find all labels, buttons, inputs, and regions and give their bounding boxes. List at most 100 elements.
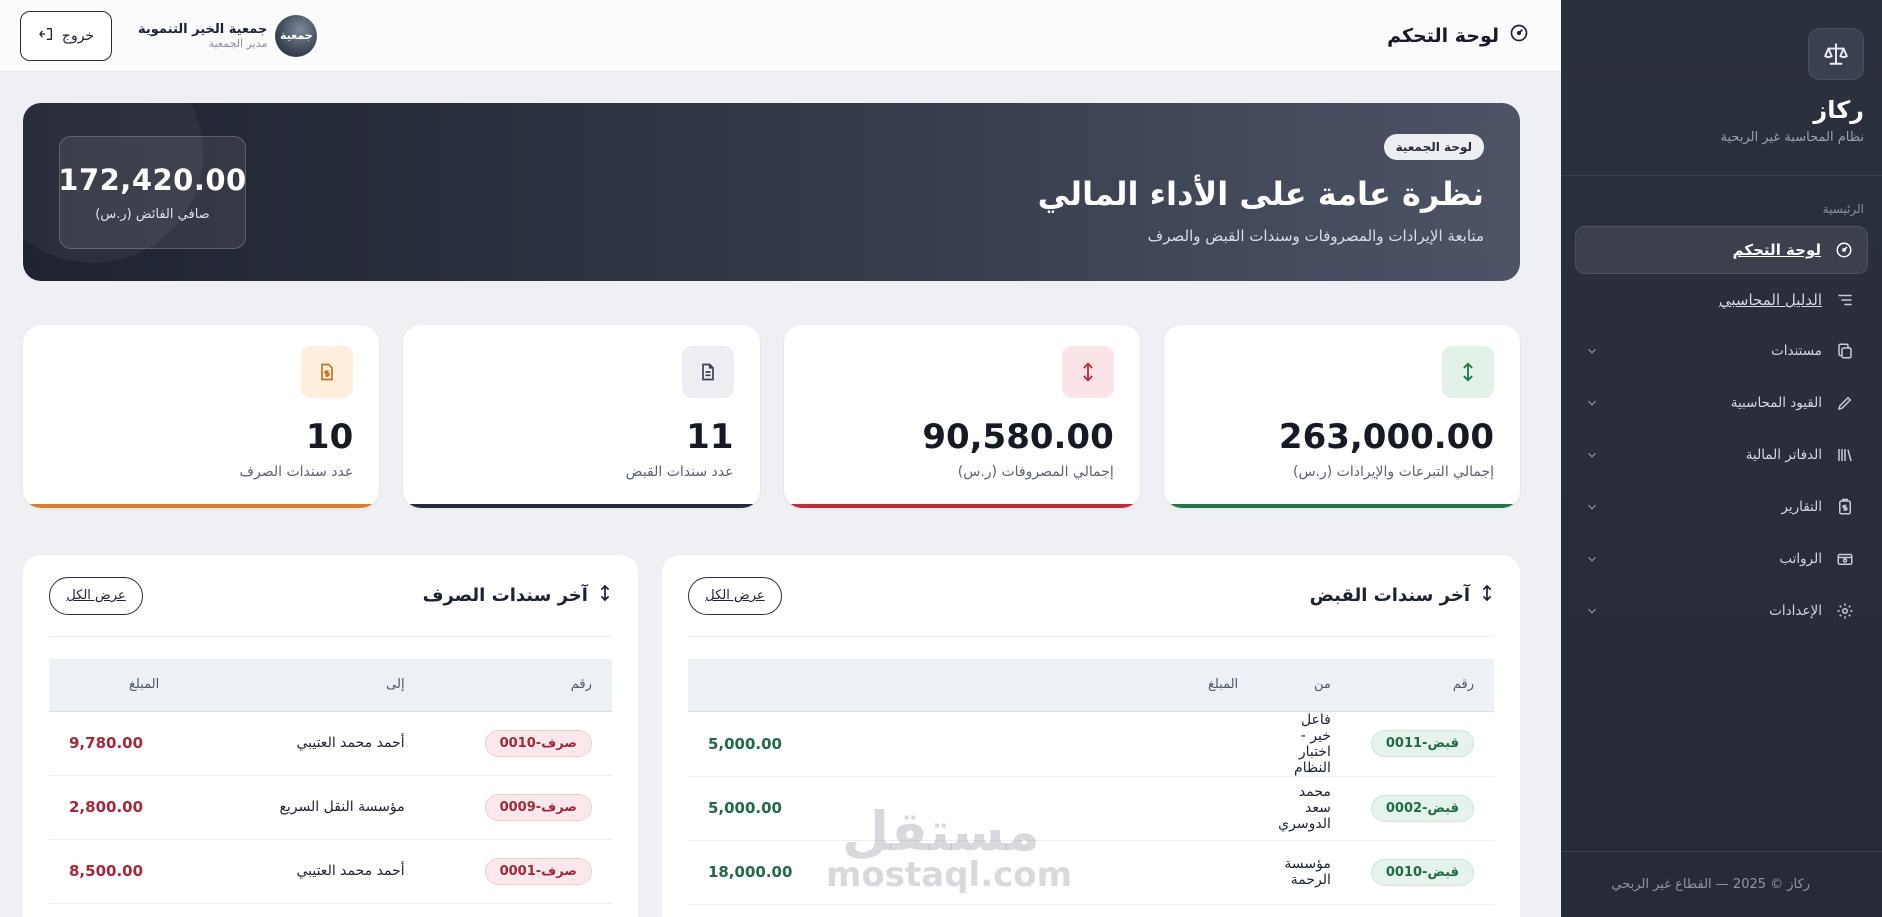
sidebar-item-label: التقارير (1781, 499, 1822, 515)
books-icon (1836, 446, 1854, 464)
stat-label: عدد سندات الصرف (239, 464, 354, 480)
chevron-down-icon (1585, 604, 1599, 618)
stat-accent-bar (403, 504, 760, 508)
chevron-down-icon (1585, 500, 1599, 514)
receipt-amount: 18,000.00 (687, 840, 1259, 905)
brand-subtitle: نظام المحاسبة غير الربحية (1720, 130, 1864, 145)
receipt-party: فاعل خير - اختبار النظام (1258, 711, 1351, 777)
gear-icon (1836, 602, 1854, 620)
sidebar-item-label: القيود المحاسبية (1730, 395, 1822, 411)
table-row[interactable]: قبض-0011 فاعل خير - اختبار النظام 5,000.… (687, 711, 1494, 777)
stat-value: 263,000.00 (1278, 417, 1494, 457)
sidebar-item-label: الدفاتر المالية (1745, 447, 1822, 463)
table-row[interactable]: صرف-0001 أحمد محمد العتيبي 8,500.00 (49, 839, 612, 904)
org-profile[interactable]: جمعية جمعية الخير التنموية مدير الجمعية (138, 14, 318, 57)
column-header-from: من (1258, 659, 1351, 712)
brand-name: ركاز (1813, 96, 1864, 124)
net-surplus-value: 172,420.00 (58, 163, 247, 197)
receipt-number-badge[interactable]: قبض-0002 (1370, 794, 1474, 822)
payment-party: أحمد محمد العتيبي (214, 711, 425, 776)
payment-amount: 8,500.00 (49, 839, 215, 904)
payment-party: مؤسسة النقل السريع (214, 775, 425, 840)
sidebar-item-settings[interactable]: الإعدادات (1575, 586, 1868, 636)
vouchers-panels: آخر سندات القبض عرض الكل رقم من المبلغ ق… (23, 555, 1520, 917)
payments-panel: آخر سندات الصرف عرض الكل رقم إلى المبلغ … (23, 555, 638, 917)
hero-subtitle: متابعة الإيرادات والمصروفات وسندات القبض… (1147, 227, 1484, 245)
panel-title-text: آخر سندات الصرف (422, 585, 588, 606)
gauge-icon (1835, 241, 1853, 259)
view-all-receipts-button[interactable]: عرض الكل (687, 576, 782, 615)
stat-accent-bar (23, 504, 380, 508)
stat-label: إجمالي المصروفات (ر.س) (957, 464, 1114, 480)
payments-table: رقم إلى المبلغ صرف-0010 أحمد محمد العتيب… (49, 659, 612, 904)
gauge-icon (1509, 23, 1529, 48)
receipt-party: مؤسسة الرحمة (1258, 840, 1351, 905)
arrow-up-down-icon (1480, 583, 1494, 608)
document-icon (681, 346, 734, 398)
sidebar-item-documents[interactable]: مستندات (1575, 326, 1868, 376)
page-title-text: لوحة التحكم (1387, 24, 1499, 47)
receipt-number-badge[interactable]: قبض-0010 (1370, 858, 1474, 886)
stat-accent-bar (783, 504, 1140, 508)
receipts-panel: آخر سندات القبض عرض الكل رقم من المبلغ ق… (661, 555, 1520, 917)
sidebar-item-dashboard[interactable]: لوحة التحكم (1575, 226, 1868, 274)
sidebar-item-chart-of-accounts[interactable]: الدليل المحاسبي (1575, 276, 1868, 324)
net-surplus-box: 172,420.00 صافي الفائض (ر.س) (58, 136, 247, 249)
column-header-amount: المبلغ (687, 659, 1259, 712)
panel-header: آخر سندات الصرف عرض الكل (49, 555, 612, 637)
stat-value: 11 (686, 417, 734, 457)
main-content: لوحة الجمعية نظرة عامة على الأداء المالي… (0, 72, 1561, 917)
org-role: مدير الجمعية (208, 36, 268, 50)
panel-title: آخر سندات القبض (1310, 583, 1494, 608)
stat-card-payments-count: 10 عدد سندات الصرف (23, 325, 380, 508)
payment-number-badge[interactable]: صرف-0001 (484, 857, 592, 885)
chevron-down-icon (1585, 396, 1599, 410)
chevron-down-icon (1585, 448, 1599, 462)
column-header-number: رقم (1350, 659, 1494, 712)
logout-button[interactable]: خروج (20, 10, 112, 61)
panel-title-text: آخر سندات القبض (1309, 585, 1470, 606)
stats-row: 263,000.00 إجمالي التبرعات والإيرادات (ر… (23, 325, 1520, 508)
logout-button-label: خروج (61, 27, 95, 44)
sidebar-item-payroll[interactable]: الرواتب (1575, 534, 1868, 584)
payment-number-badge[interactable]: صرف-0010 (484, 729, 592, 757)
topbar: لوحة التحكم خروج جمعية جمعية الخير التنم… (0, 0, 1561, 72)
dollar-file-icon (301, 346, 354, 398)
sidebar-item-label: مستندات (1771, 343, 1822, 359)
sidebar: ركاز نظام المحاسبة غير الربحية الرئيسية … (1561, 0, 1882, 917)
scale-icon (1808, 28, 1864, 80)
sidebar-item-label: الدليل المحاسبي (1718, 291, 1822, 309)
column-header-to: إلى (214, 659, 425, 712)
table-row[interactable]: صرف-0010 أحمد محمد العتيبي 9,780.00 (49, 711, 612, 776)
receipt-amount: 5,000.00 (687, 711, 1259, 777)
sidebar-footer: ركاز © 2025 — القطاع غير الربحي (1561, 851, 1882, 917)
sidebar-item-label: الرواتب (1779, 551, 1822, 567)
clipboard-dollar-icon (1836, 498, 1854, 516)
org-text: جمعية الخير التنموية مدير الجمعية (138, 22, 267, 50)
sidebar-item-ledgers[interactable]: الدفاتر المالية (1575, 430, 1868, 480)
payment-number-badge[interactable]: صرف-0009 (484, 793, 592, 821)
view-all-payments-button[interactable]: عرض الكل (49, 576, 143, 615)
chevron-down-icon (1585, 344, 1599, 358)
hero-banner: لوحة الجمعية نظرة عامة على الأداء المالي… (23, 103, 1520, 281)
table-row[interactable]: صرف-0009 مؤسسة النقل السريع 2,800.00 (49, 775, 612, 840)
avatar: جمعية (275, 14, 318, 57)
table-row[interactable]: قبض-0010 مؤسسة الرحمة 18,000.00 (687, 840, 1494, 905)
arrow-up-down-icon (598, 583, 612, 608)
payment-amount: 9,780.00 (49, 711, 215, 776)
stat-accent-bar (1163, 504, 1520, 508)
stat-card-receipts-count: 11 عدد سندات القبض (403, 325, 760, 508)
payment-amount: 2,800.00 (49, 775, 215, 840)
stat-value: 90,580.00 (922, 417, 1114, 457)
payment-party: أحمد محمد العتيبي (214, 839, 425, 904)
table-row[interactable]: قبض-0002 محمد سعد الدوسري 5,000.00 (687, 776, 1494, 841)
sidebar-item-label: الإعدادات (1769, 603, 1822, 619)
sidebar-item-journal-entries[interactable]: القيود المحاسبية (1575, 378, 1868, 428)
net-surplus-label: صافي الفائض (ر.س) (95, 207, 210, 222)
stat-label: إجمالي التبرعات والإيرادات (ر.س) (1293, 464, 1494, 480)
sidebar-item-reports[interactable]: التقارير (1575, 482, 1868, 532)
receipt-party: محمد سعد الدوسري (1258, 776, 1351, 841)
nav-section-label: الرئيسية (1822, 202, 1864, 216)
receipt-number-badge[interactable]: قبض-0011 (1370, 730, 1474, 757)
arrow-up-down-icon (1442, 346, 1494, 398)
